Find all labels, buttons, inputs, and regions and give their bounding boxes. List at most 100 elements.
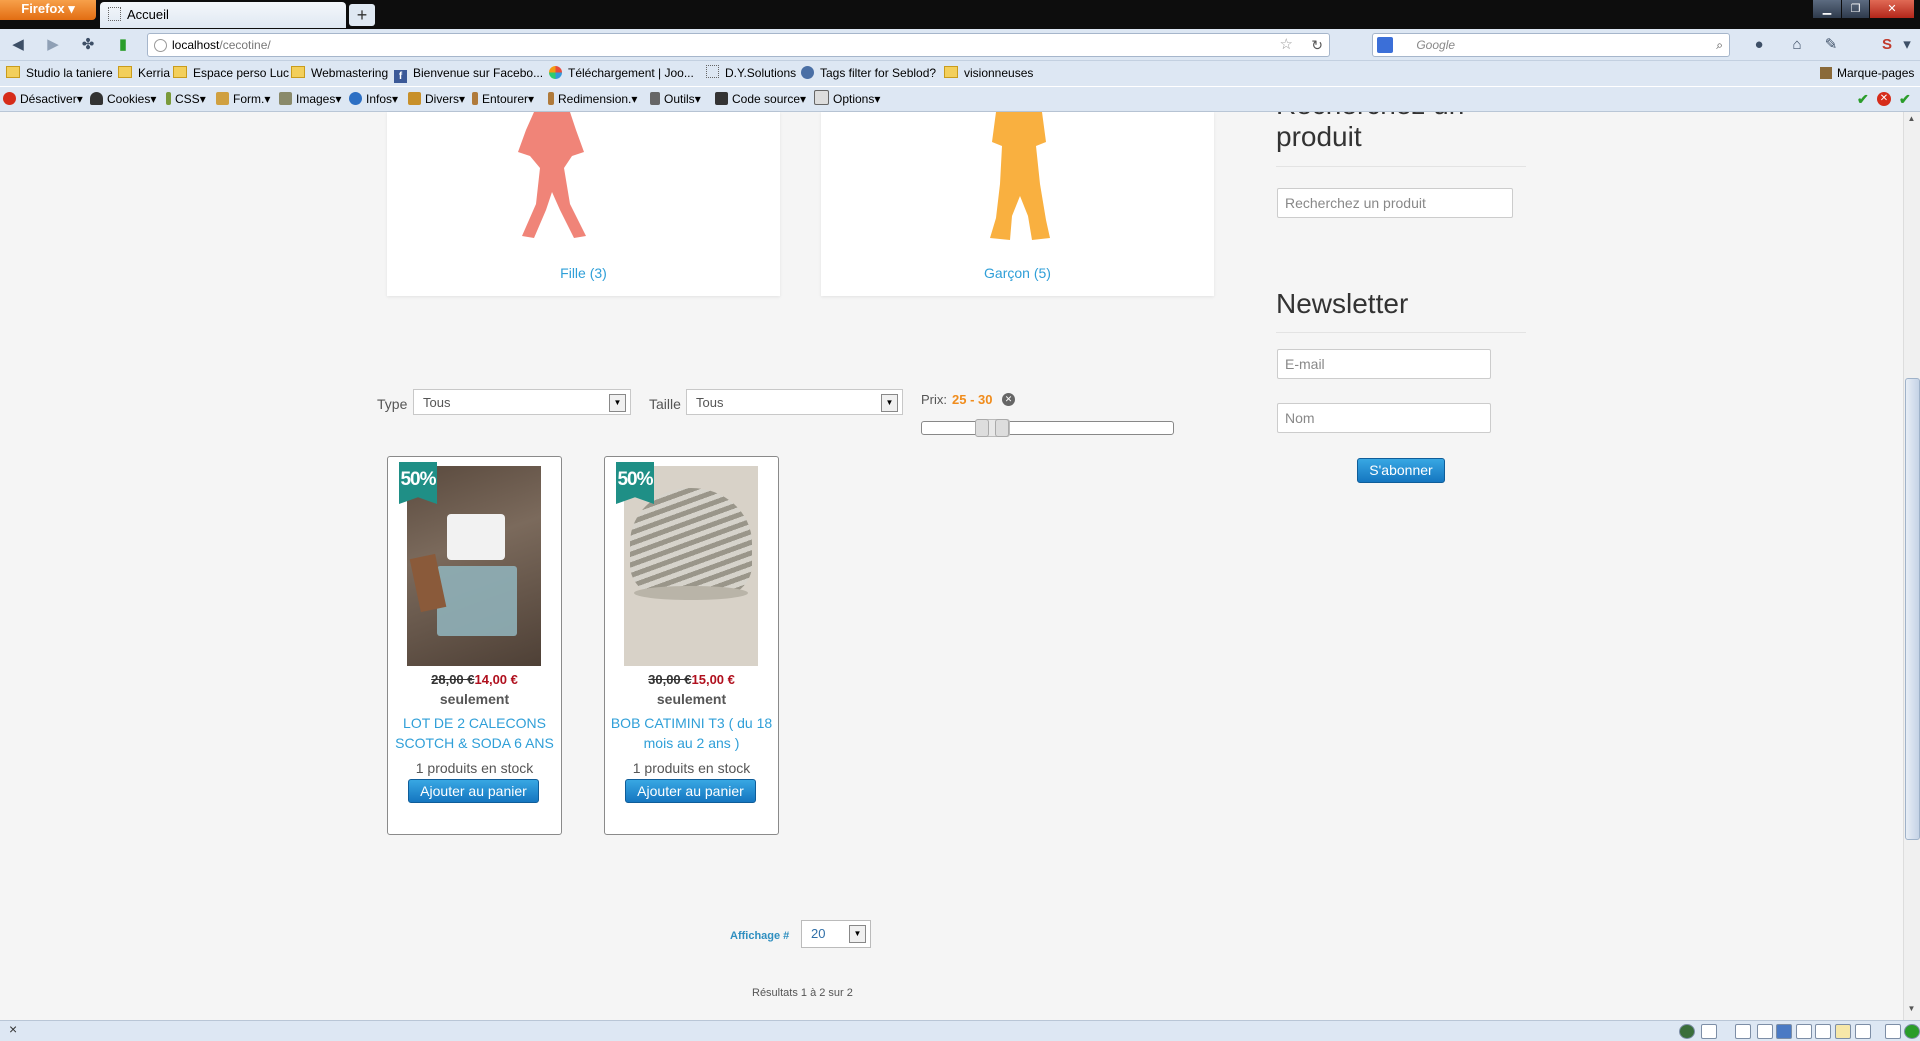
product-image-card <box>409 553 447 613</box>
reload-icon[interactable]: ↻ <box>1311 34 1323 56</box>
search-magnifier-icon[interactable]: ⌕ <box>1716 34 1723 56</box>
price-line: 28,00 €14,00 € <box>388 672 561 687</box>
dev-redimension[interactable]: Redimension.▾ <box>548 90 637 108</box>
status-edit-icon[interactable] <box>1735 1024 1751 1039</box>
adblock-icon[interactable]: ● <box>1745 34 1773 56</box>
status-globe-icon[interactable] <box>1679 1024 1695 1039</box>
scrollbar-thumb[interactable] <box>1905 378 1920 840</box>
price-slider-handle-min[interactable] <box>975 419 989 437</box>
dev-entourer[interactable]: Entourer▾ <box>472 90 534 108</box>
scroll-up-icon[interactable]: ▲ <box>1905 114 1918 127</box>
close-addon-bar-icon[interactable]: × <box>9 1021 17 1037</box>
girl-silhouette-icon <box>518 112 586 238</box>
status-page-icon[interactable] <box>1701 1024 1717 1039</box>
category-card-garcon[interactable]: Garçon (5) <box>821 112 1214 296</box>
price-slider-track[interactable] <box>921 421 1174 435</box>
add-to-cart-button[interactable]: Ajouter au panier <box>408 779 539 803</box>
status-tools-icon[interactable] <box>1885 1024 1901 1039</box>
dev-infos[interactable]: Infos▾ <box>349 90 398 108</box>
css-icon <box>166 92 171 105</box>
minimize-icon[interactable]: ▁ <box>1813 0 1841 18</box>
dev-images[interactable]: Images▾ <box>279 90 341 108</box>
bookmark-kerria[interactable]: Kerria <box>118 64 170 83</box>
size-filter-value: Tous <box>696 395 724 410</box>
bookmark-visionneuses[interactable]: visionneuses <box>944 64 1033 83</box>
bookmark-espace-perso[interactable]: Espace perso Luc <box>173 64 289 83</box>
home-icon[interactable]: ⌂ <box>1786 34 1808 56</box>
bookmark-star-icon[interactable]: ☆ <box>1280 34 1293 56</box>
dev-form[interactable]: Form.▾ <box>216 90 270 108</box>
error-icon[interactable]: ✕ <box>1877 92 1891 106</box>
bookmarks-menu-label: Marque-pages <box>1837 66 1915 80</box>
dev-code-source[interactable]: Code source▾ <box>715 90 806 108</box>
extension-icon[interactable]: ✎ <box>1820 34 1842 56</box>
old-price: 30,00 € <box>648 672 692 687</box>
back-icon[interactable]: ◀ <box>7 34 29 56</box>
addon-icon[interactable]: ✤ <box>77 34 99 56</box>
folder-icon <box>291 66 305 78</box>
status-print-icon[interactable] <box>1796 1024 1812 1039</box>
search-bar[interactable]: Google ⌕ <box>1372 33 1730 57</box>
new-tab-button[interactable]: + <box>349 4 375 26</box>
scroll-down-icon[interactable]: ▼ <box>1905 1004 1918 1017</box>
dev-desactiver[interactable]: Désactiver▾ <box>3 90 83 108</box>
dev-label: Entourer <box>482 92 529 106</box>
product-image-hat-brim <box>634 586 748 600</box>
category-label-fille[interactable]: Fille (3) <box>387 265 780 281</box>
product-title-link[interactable]: BOB CATIMINI T3 ( du 18 mois au 2 ans ) <box>609 713 774 753</box>
product-title-link[interactable]: LOT DE 2 CALECONS SCOTCH & SODA 6 ANS <box>392 713 557 753</box>
bookmarks-menu[interactable]: Marque-pages <box>1820 64 1914 83</box>
status-ok-icon[interactable] <box>1904 1024 1920 1039</box>
chevron-down-icon[interactable]: ▼ <box>609 394 626 412</box>
sync-s-icon[interactable]: S <box>1876 34 1898 56</box>
type-filter-select[interactable]: Tous ▼ <box>413 389 631 415</box>
subscribe-button[interactable]: S'abonner <box>1357 458 1445 483</box>
new-price: 14,00 € <box>474 672 518 687</box>
dev-outils[interactable]: Outils▾ <box>650 90 701 108</box>
display-count-select[interactable]: 20 ▼ <box>801 920 871 948</box>
close-window-icon[interactable]: ✕ <box>1870 0 1914 18</box>
name-field[interactable]: Nom <box>1277 403 1491 433</box>
chevron-down-icon[interactable]: ▼ <box>881 394 898 412</box>
joomla-icon <box>549 66 562 79</box>
site-identity-icon[interactable] <box>154 39 167 52</box>
bookmark-seblod[interactable]: Tags filter for Seblod? <box>801 64 936 83</box>
category-card-fille[interactable]: Fille (3) <box>387 112 780 296</box>
category-label-garcon[interactable]: Garçon (5) <box>821 265 1214 281</box>
status-mail-icon[interactable] <box>1835 1024 1851 1039</box>
dev-cookies[interactable]: Cookies▾ <box>90 90 156 108</box>
status-chart-icon[interactable] <box>1855 1024 1871 1039</box>
google-search-engine-icon[interactable] <box>1377 37 1393 53</box>
price-line: 30,00 €15,00 € <box>605 672 778 687</box>
status-help-icon[interactable] <box>1815 1024 1831 1039</box>
chevron-down-icon[interactable]: ▼ <box>849 925 866 943</box>
status-tool-icon[interactable] <box>1757 1024 1773 1039</box>
outline-icon <box>472 92 478 105</box>
valid-check-icon-2[interactable]: ✔ <box>1899 90 1911 108</box>
dev-css[interactable]: CSS▾ <box>166 90 206 108</box>
toolbar-menu-icon[interactable]: ▾ <box>1896 34 1918 56</box>
valid-check-icon[interactable]: ✔ <box>1857 90 1869 108</box>
url-bar[interactable]: localhost/cecotine/ ☆ ↻ <box>147 33 1330 57</box>
status-save-icon[interactable] <box>1776 1024 1792 1039</box>
stock-info: 1 produits en stock <box>415 760 534 776</box>
options-icon <box>814 90 829 105</box>
product-search-input[interactable]: Recherchez un produit <box>1277 188 1513 218</box>
tab-accueil[interactable]: Accueil <box>100 2 346 28</box>
maximize-icon[interactable]: ❐ <box>1842 0 1869 18</box>
bookmark-joomla[interactable]: Téléchargement | Joo... <box>549 64 694 83</box>
size-filter-select[interactable]: Tous ▼ <box>686 389 903 415</box>
add-to-cart-button[interactable]: Ajouter au panier <box>625 779 756 803</box>
bookmark-studio[interactable]: Studio la taniere <box>6 64 113 83</box>
dev-divers[interactable]: Divers▾ <box>408 90 465 108</box>
bookmark-dysolutions[interactable]: D.Y.Solutions <box>706 64 796 83</box>
forward-icon[interactable]: ▶ <box>42 34 64 56</box>
clear-price-icon[interactable]: ✕ <box>1002 393 1015 406</box>
email-field[interactable]: E-mail <box>1277 349 1491 379</box>
price-slider-handle-max[interactable] <box>995 419 1009 437</box>
bookmark-facebook[interactable]: f Bienvenue sur Facebo... <box>394 64 543 83</box>
dev-options[interactable]: Options▾ <box>814 90 880 108</box>
signal-bars-icon[interactable]: ▮ <box>112 34 134 56</box>
firefox-menu-button[interactable]: Firefox ▾ <box>0 0 96 20</box>
bookmark-webmastering[interactable]: Webmastering <box>291 64 388 83</box>
